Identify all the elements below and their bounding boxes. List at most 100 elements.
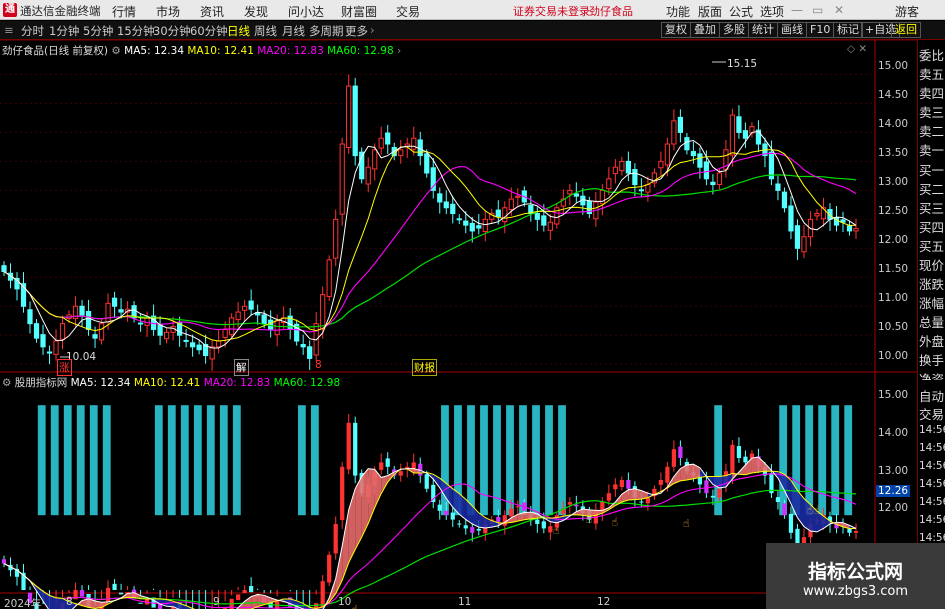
indicator-candle-body <box>444 510 449 516</box>
signal-bar <box>545 405 553 516</box>
event-marker-8[interactable]: 8 <box>315 359 322 371</box>
candle-body <box>365 166 371 185</box>
period-tab[interactable]: 更多 <box>345 23 368 39</box>
candle-body <box>443 201 449 209</box>
candle-body <box>40 334 46 348</box>
menu-ask[interactable]: 问小达 <box>288 3 324 20</box>
x-label-aug: 8 <box>66 596 73 608</box>
caption-more-chevron-icon[interactable]: › <box>397 45 401 57</box>
maximize-icon[interactable]: ▭ <box>812 3 823 17</box>
candle-body <box>703 161 710 180</box>
axis-label: 10.00 <box>878 350 909 362</box>
event-marker-limit-up[interactable]: 涨 <box>57 359 72 376</box>
ribbon-segment <box>797 490 804 527</box>
period-tab-selected[interactable]: 日线 <box>227 23 250 39</box>
login-warning[interactable]: 证券交易未登录 <box>513 3 590 19</box>
candle-body <box>33 323 40 339</box>
period-tab[interactable]: 周线 <box>254 23 277 39</box>
time-label: 14:56 <box>919 478 945 490</box>
auto-label[interactable]: 自动 <box>919 386 944 405</box>
menu-formula[interactable]: 公式 <box>729 3 753 20</box>
menu-options[interactable]: 选项 <box>760 3 784 20</box>
toolbar-button-fuquan[interactable]: 复权 <box>661 22 691 38</box>
ribbon-segment <box>719 475 726 488</box>
toolbar-button-back[interactable]: 返回 <box>891 22 921 38</box>
candle-body <box>385 132 391 145</box>
menu-trade[interactable]: 交易 <box>396 3 420 20</box>
period-tab[interactable]: 1分钟 <box>49 23 79 39</box>
event-marker-report[interactable]: 财报 <box>412 359 437 376</box>
toolbar-button-multi[interactable]: 多股 <box>719 22 749 38</box>
toolbar-button-overlay[interactable]: 叠加 <box>690 22 720 38</box>
menu-wealth[interactable]: 财富圈 <box>341 3 377 20</box>
candle-body <box>437 193 443 203</box>
indicator-candle-body <box>457 523 462 525</box>
period-tab[interactable]: 60分钟 <box>190 23 228 39</box>
period-tab[interactable]: 30分钟 <box>153 23 191 39</box>
toolbar-pin-icon[interactable]: ≡ <box>4 23 14 37</box>
quote-label: 买三 <box>919 201 945 216</box>
period-tab[interactable]: 5分钟 <box>83 23 113 39</box>
candle-body <box>482 218 488 233</box>
signal-bar <box>63 405 72 516</box>
menu-layout[interactable]: 版面 <box>698 3 722 20</box>
sub-caption-ma60: MA60: 12.98 <box>273 377 341 389</box>
sub-axis-label: 12.00 <box>878 502 909 514</box>
indicator-candle-body <box>327 554 332 583</box>
candle-body <box>189 342 196 348</box>
indicator-candle-body <box>112 583 117 590</box>
indicator-candle-body <box>118 592 124 595</box>
toolbar-button-mark[interactable]: 标记 <box>833 22 863 38</box>
signal-bar <box>297 405 306 516</box>
period-tab[interactable]: 分时 <box>21 23 44 39</box>
candle-body <box>346 85 352 148</box>
chart-zoom-icons[interactable]: ◇ ✕ <box>847 43 867 55</box>
period-tab[interactable]: 月线 <box>282 23 305 39</box>
kline-chart[interactable]: ☝☝☝☝☝☝☝☝☝☝ <box>0 40 945 609</box>
close-icon[interactable]: ✕ <box>834 3 844 17</box>
indicator-candle-body <box>105 587 111 602</box>
main-caption-stock: 劲仔食品(日线 前复权) <box>2 45 109 57</box>
menu-discover[interactable]: 发现 <box>244 3 268 20</box>
menu-function[interactable]: 功能 <box>666 3 690 20</box>
indicator-candle-body <box>775 497 781 502</box>
event-marker-unlock[interactable]: 解 <box>234 359 249 376</box>
quote-label: 涨幅 <box>919 296 945 311</box>
indicator-candle-body <box>853 531 859 533</box>
candle-body <box>183 339 189 342</box>
toolbar-button-stats[interactable]: 统计 <box>748 22 778 38</box>
candle-body <box>495 209 501 217</box>
quote-label: 涨跌 <box>919 277 945 292</box>
period-tab[interactable]: 15分钟 <box>117 23 155 39</box>
signal-bar <box>102 405 111 516</box>
more-chevron-icon[interactable]: › <box>370 23 375 37</box>
menu-quotes[interactable]: 行情 <box>112 3 136 20</box>
signal-bar <box>805 405 814 516</box>
user-label[interactable]: 游客 <box>895 3 919 20</box>
quote-label: 现价 <box>919 258 945 273</box>
period-tab[interactable]: 多周期 <box>309 23 344 39</box>
settings-icon[interactable]: ⚙ <box>111 45 120 57</box>
signal-bar <box>232 405 241 516</box>
x-label-nov: 11 <box>458 596 472 608</box>
menu-news[interactable]: 资讯 <box>200 3 224 20</box>
trade-label[interactable]: 交易 <box>919 404 944 423</box>
quote-label: 卖一 <box>919 143 945 158</box>
candle-body <box>469 222 475 232</box>
candle-body <box>645 184 651 193</box>
toolbar-button-draw[interactable]: 画线 <box>777 22 807 38</box>
signal-bar <box>76 405 85 516</box>
sub-current-price: 12.26 <box>876 485 911 497</box>
minimize-icon[interactable]: — <box>791 3 803 17</box>
axis-label: 13.50 <box>878 147 909 159</box>
settings-icon[interactable]: ⚙ <box>2 377 11 389</box>
sub-caption-ma10: MA10: 12.41 <box>133 377 201 389</box>
indicator-candle-body <box>665 466 670 483</box>
quote-label: 卖五 <box>919 67 945 82</box>
toolbar-button-f10[interactable]: F10 <box>806 22 835 38</box>
menu-market[interactable]: 市场 <box>156 3 180 20</box>
indicator-candle-body <box>704 480 709 494</box>
quote-label: 换手 <box>919 353 945 368</box>
title-bar: 通 通达信金融终端 行情 市场 资讯 发现 问小达 财富圈 交易 证券交易未登录… <box>0 0 945 20</box>
indicator-candle-body <box>743 456 748 463</box>
